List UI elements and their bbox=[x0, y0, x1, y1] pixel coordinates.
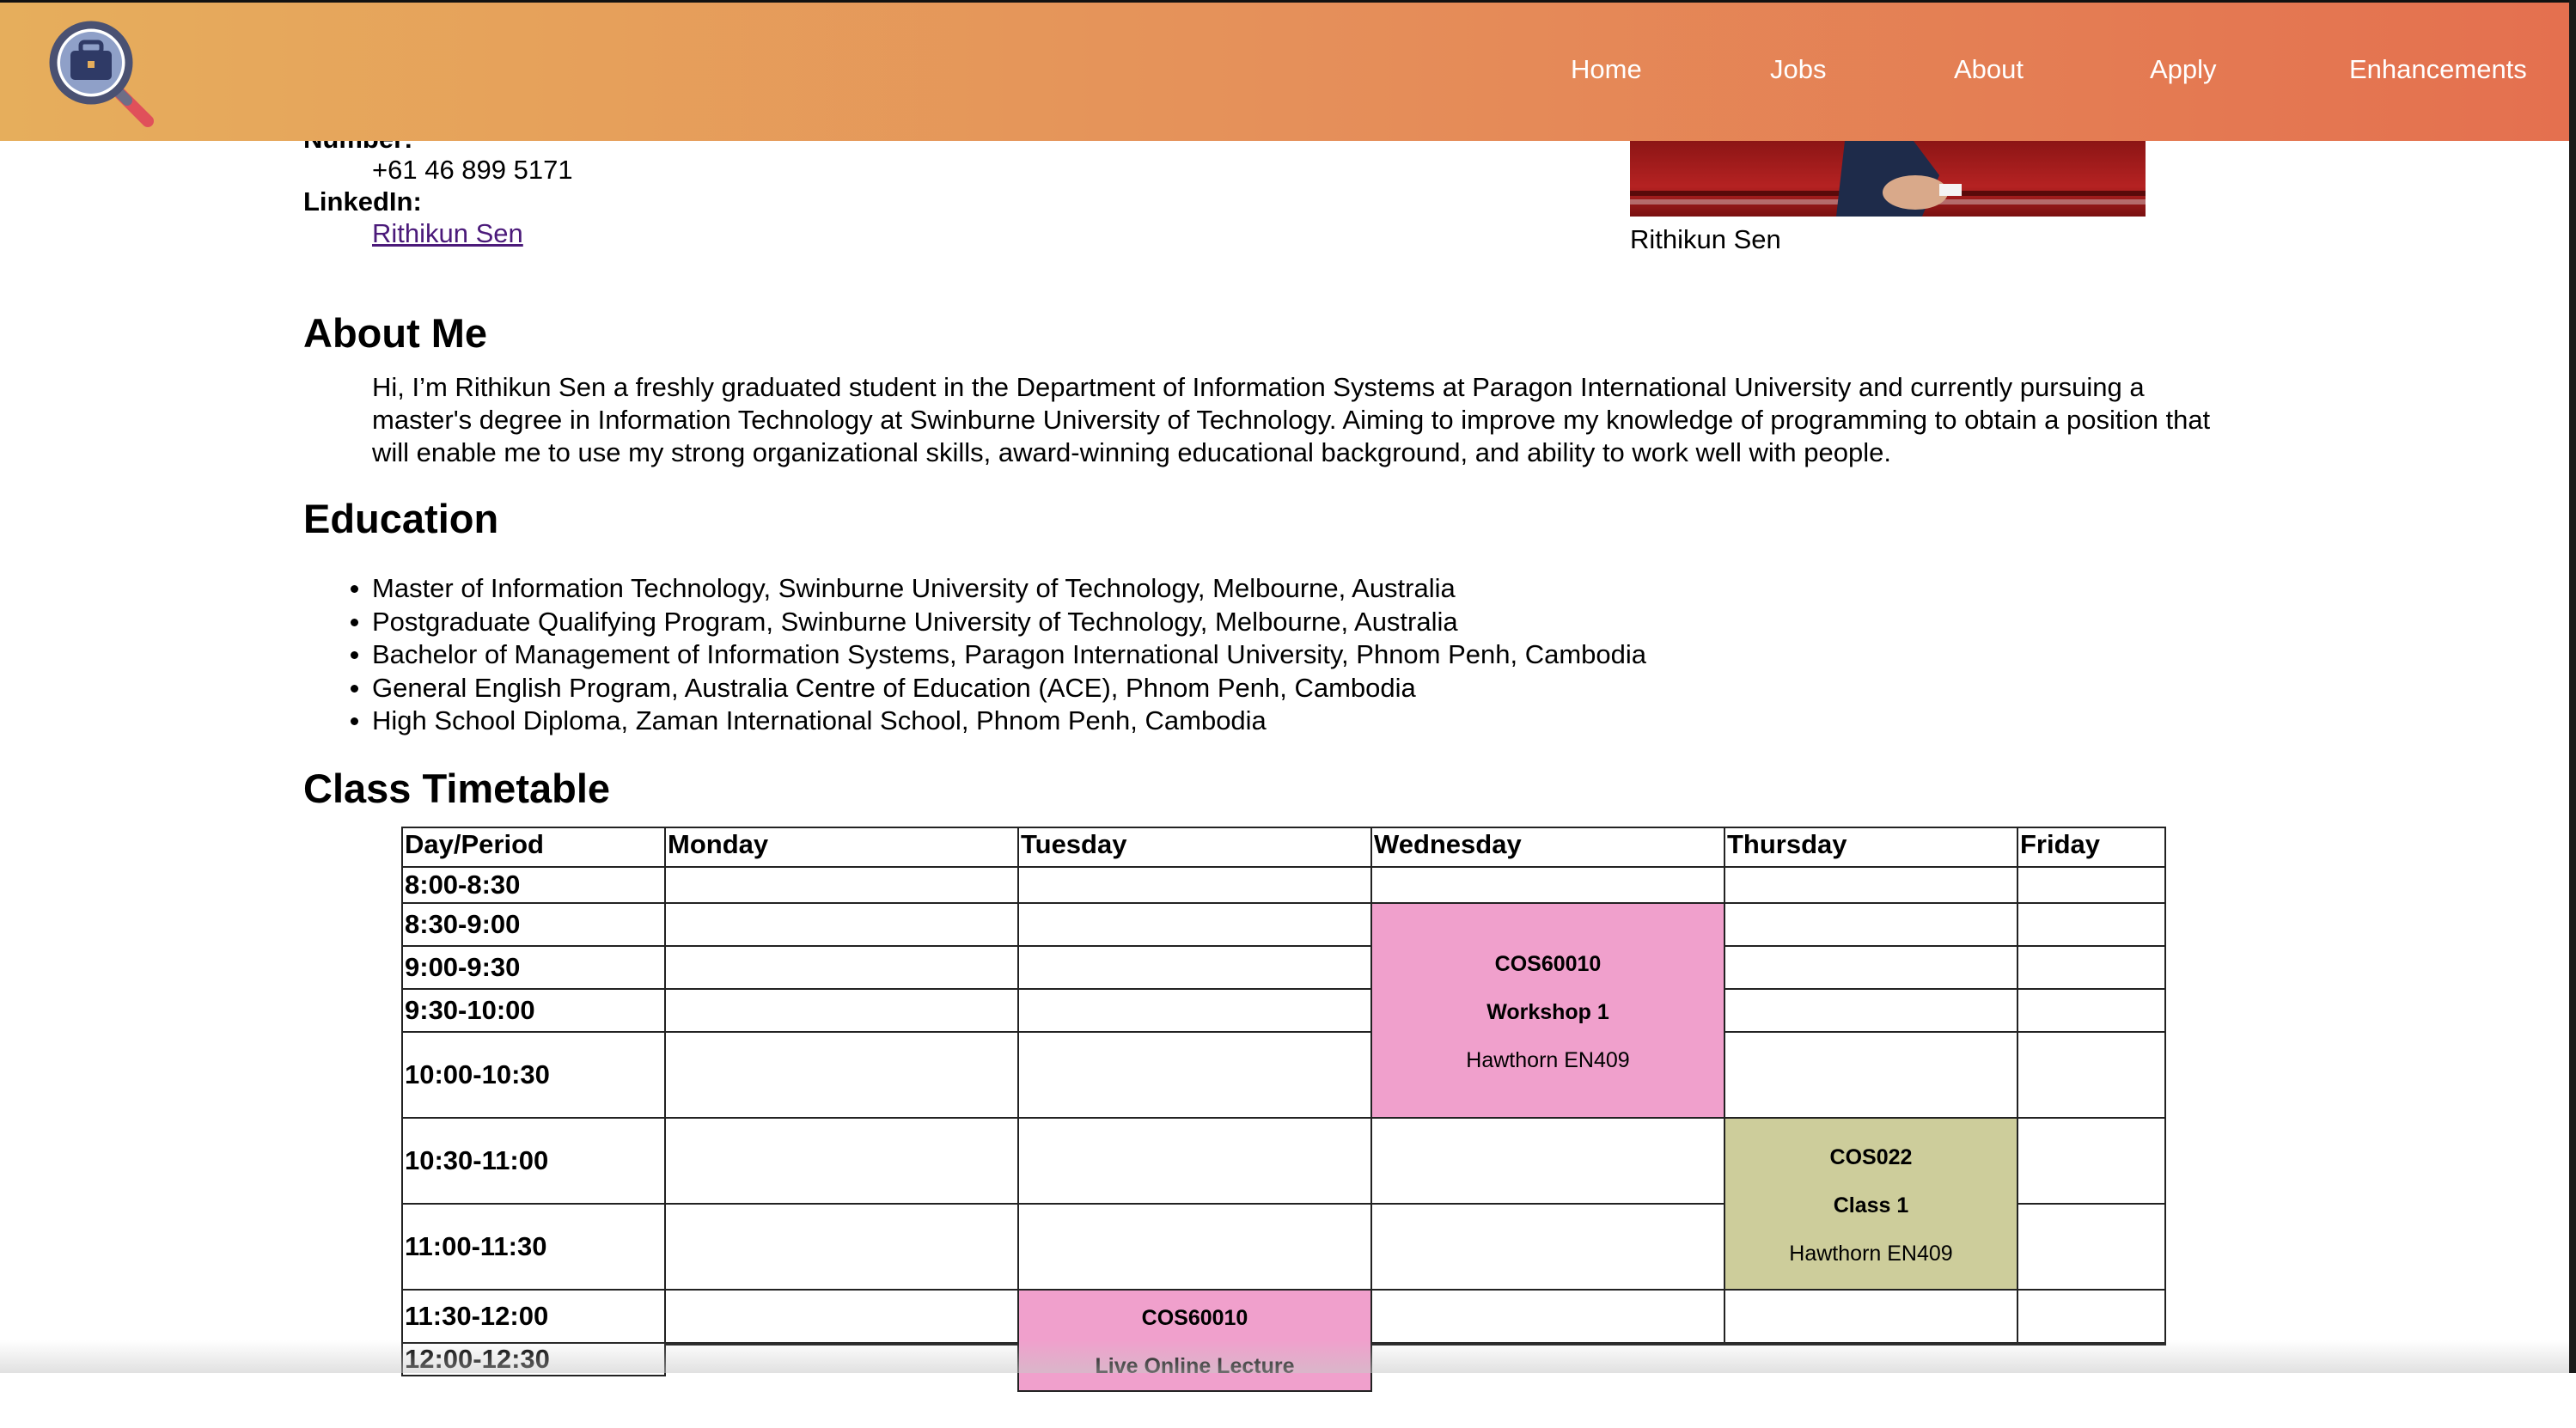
timetable-cell bbox=[2017, 988, 2166, 1033]
timetable-cell bbox=[1370, 1289, 1725, 1344]
timetable-cell bbox=[664, 988, 1019, 1033]
timetable-cell bbox=[1370, 1203, 1725, 1291]
linkedin-link[interactable]: Rithikun Sen bbox=[372, 218, 523, 249]
profile-photo bbox=[1630, 141, 2146, 217]
nav-link-home[interactable]: Home bbox=[1571, 54, 1642, 85]
class-location: Hawthorn EN409 bbox=[1466, 1048, 1630, 1072]
nav-link-apply[interactable]: Apply bbox=[2150, 54, 2217, 85]
timetable-cell bbox=[1017, 1031, 1372, 1119]
class-type: Workshop 1 bbox=[1486, 1000, 1609, 1024]
timetable-cell bbox=[1017, 866, 1372, 904]
class-block: COS022 Class 1 Hawthorn EN409 bbox=[1724, 1117, 2018, 1291]
class-code: COS60010 bbox=[1494, 952, 1602, 976]
scroll-shadow bbox=[0, 1340, 2569, 1373]
timetable-cell bbox=[1370, 1117, 1725, 1205]
class-code: COS60010 bbox=[1141, 1306, 1248, 1330]
timetable-cell bbox=[1017, 945, 1372, 990]
timetable-cell bbox=[664, 1117, 1019, 1205]
window-edge bbox=[2569, 0, 2576, 1373]
timetable-cell bbox=[1017, 902, 1372, 947]
timetable-cell bbox=[2017, 1203, 2166, 1291]
timetable-cell bbox=[2017, 866, 2166, 904]
list-item: Bachelor of Management of Information Sy… bbox=[350, 638, 1646, 672]
timetable-cell bbox=[664, 1289, 1019, 1344]
timetable-cell bbox=[1724, 902, 2018, 947]
timetable-cell bbox=[1017, 1117, 1372, 1205]
nav-link-enhancements[interactable]: Enhancements bbox=[2349, 54, 2527, 85]
list-item: General English Program, Australia Centr… bbox=[350, 672, 1646, 705]
timetable-cell bbox=[1370, 866, 1725, 904]
timetable-cell bbox=[1017, 1203, 1372, 1291]
timetable-cell bbox=[1724, 945, 2018, 990]
timetable-cell bbox=[664, 902, 1019, 947]
timetable-period-cell: 10:30-11:00 bbox=[401, 1117, 666, 1205]
timetable-period-cell: 9:30-10:00 bbox=[401, 988, 666, 1033]
class-location: Hawthorn EN409 bbox=[1789, 1242, 1953, 1266]
timetable-heading: Class Timetable bbox=[303, 766, 611, 811]
nav-link-jobs[interactable]: Jobs bbox=[1770, 54, 1826, 85]
class-code: COS022 bbox=[1829, 1145, 1913, 1169]
list-item: Postgraduate Qualifying Program, Swinbur… bbox=[350, 606, 1646, 639]
timetable-cell bbox=[2017, 1031, 2166, 1119]
timetable-cell bbox=[1017, 988, 1372, 1033]
education-heading: Education bbox=[303, 496, 499, 541]
timetable-header-cell: Friday bbox=[2017, 827, 2166, 868]
timetable-header-cell: Day/Period bbox=[401, 827, 666, 868]
timetable-period-cell: 8:30-9:00 bbox=[401, 902, 666, 947]
phone-number: +61 46 899 5171 bbox=[372, 155, 573, 185]
timetable-cell bbox=[2017, 1289, 2166, 1344]
timetable-period-cell: 11:00-11:30 bbox=[401, 1203, 666, 1291]
site-header: Home Jobs About Apply Enhancements bbox=[0, 0, 2569, 141]
timetable-cell bbox=[664, 945, 1019, 990]
timetable-cell bbox=[2017, 902, 2166, 947]
list-item: High School Diploma, Zaman International… bbox=[350, 705, 1646, 738]
timetable-cell bbox=[2017, 945, 2166, 990]
education-list: Master of Information Technology, Swinbu… bbox=[350, 572, 1646, 738]
list-item: Master of Information Technology, Swinbu… bbox=[350, 572, 1646, 606]
timetable-period-cell: 9:00-9:30 bbox=[401, 945, 666, 990]
job-search-logo-icon[interactable] bbox=[46, 18, 158, 130]
timetable-header-cell: Monday bbox=[664, 827, 1019, 868]
nav-link-about[interactable]: About bbox=[1954, 54, 2024, 85]
timetable-period-cell: 11:30-12:00 bbox=[401, 1289, 666, 1344]
class-timetable: Day/Period Monday Tuesday Wednesday Thursday… bbox=[401, 827, 2166, 1428]
timetable-period-cell: 10:00-10:30 bbox=[401, 1031, 666, 1119]
timetable-cell bbox=[1724, 1289, 2018, 1344]
timetable-cell bbox=[664, 1203, 1019, 1291]
timetable-cell bbox=[2017, 1117, 2166, 1205]
photo-caption: Rithikun Sen bbox=[1630, 224, 1781, 254]
timetable-cell bbox=[664, 866, 1019, 904]
timetable-cell bbox=[1724, 866, 2018, 904]
timetable-cell bbox=[1724, 988, 2018, 1033]
timetable-header-cell: Thursday bbox=[1724, 827, 2018, 868]
timetable-header-cell: Wednesday bbox=[1370, 827, 1725, 868]
about-heading: About Me bbox=[303, 310, 488, 356]
linkedin-label: LinkedIn: bbox=[303, 186, 422, 217]
timetable-cell bbox=[1724, 1031, 2018, 1119]
about-text: Hi, I’m Rithikun Sen a freshly graduated… bbox=[372, 372, 2211, 467]
timetable-cell bbox=[664, 1031, 1019, 1119]
timetable-period-cell: 8:00-8:30 bbox=[401, 866, 666, 904]
main-nav: Home Jobs About Apply Enhancements bbox=[1538, 3, 2569, 143]
timetable-header-cell: Tuesday bbox=[1017, 827, 1372, 868]
class-type: Class 1 bbox=[1833, 1193, 1909, 1217]
class-block: COS60010 Workshop 1 Hawthorn EN409 bbox=[1370, 902, 1725, 1119]
